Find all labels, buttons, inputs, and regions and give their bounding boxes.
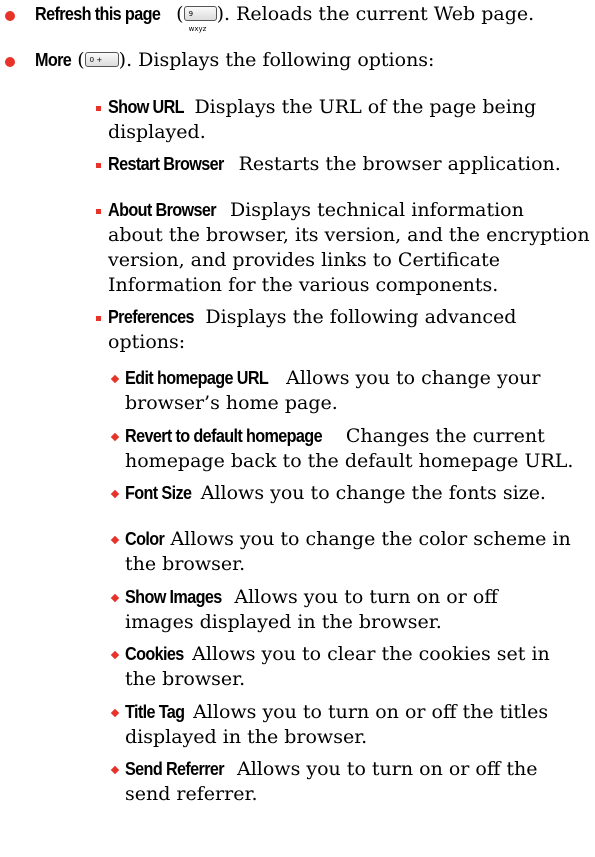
bullet-square-icon — [96, 106, 101, 111]
text: the browser. — [125, 668, 246, 690]
text: Allows you to change the color scheme in — [164, 528, 571, 550]
term-show-url: Show URL — [108, 97, 185, 117]
text: Allows you to clear the cookies set in — [186, 643, 550, 665]
bullet-square-icon — [96, 209, 101, 214]
list-item-show-url: Show URL Displays the URL of the page be… — [108, 95, 536, 145]
bullet-square-icon — [96, 316, 101, 321]
list-item-show-images: Show Images Allows you to turn on or off… — [125, 585, 498, 635]
term-show-images: Show Images — [125, 587, 222, 607]
bullet-diamond-icon — [110, 650, 120, 660]
term-edit-homepage: Edit homepage URL — [125, 368, 269, 388]
text: displayed. — [108, 121, 206, 143]
text: options: — [108, 331, 186, 353]
bullet-diamond-icon — [110, 708, 120, 718]
text: displayed in the browser. — [125, 726, 368, 748]
text: Allows you to change the fonts size. — [194, 482, 546, 504]
manual-page: Refresh this page (9 wxyz). Reloads the … — [0, 0, 595, 857]
term-send-referrer: Send Referrer — [125, 759, 225, 779]
list-item-more: More (0 +). Displays the following optio… — [35, 48, 434, 73]
term-about-browser: About Browser — [108, 200, 217, 220]
list-item-restart-browser: Restart Browser Restarts the browser app… — [108, 152, 561, 177]
text: images displayed in the browser. — [125, 611, 442, 633]
text: Displays the following advanced — [199, 306, 517, 328]
bullet-diamond-icon — [110, 489, 120, 499]
text: browser’s home page. — [125, 392, 338, 414]
list-item-revert-homepage: Revert to default homepage Changes the c… — [125, 424, 573, 474]
term-more: More — [35, 50, 72, 70]
text: Allows you to change your — [280, 367, 541, 389]
text: send referrer. — [125, 783, 258, 805]
bullet-diamond-icon — [110, 374, 120, 384]
term-color: Color — [125, 529, 165, 549]
text: the browser. — [125, 553, 246, 575]
text: Allows you to turn on or off the titles — [187, 701, 549, 723]
list-item-about-browser: About Browser Displays technical informa… — [108, 198, 590, 298]
term-restart-browser: Restart Browser — [108, 154, 224, 174]
bullet-diamond-icon — [110, 432, 120, 442]
list-item-preferences: Preferences Displays the following advan… — [108, 305, 516, 355]
list-item-title-tag: Title Tag Allows you to turn on or off t… — [125, 700, 548, 750]
text: ). Reloads the current Web page. — [216, 3, 535, 25]
text: homepage back to the default homepage UR… — [125, 450, 574, 472]
text: about the browser, its version, and the … — [108, 224, 590, 246]
text: ( — [170, 3, 184, 25]
text: version, and provides links to Certifica… — [108, 249, 501, 271]
list-item-edit-homepage: Edit homepage URL Allows you to change y… — [125, 366, 540, 416]
term-cookies: Cookies — [125, 644, 184, 664]
list-item-refresh: Refresh this page (9 wxyz). Reloads the … — [35, 2, 535, 33]
text: Allows you to turn on or off — [228, 586, 498, 608]
key-0-icon: 0 + — [84, 51, 119, 67]
term-font-size: Font Size — [125, 483, 192, 503]
key-9-icon: 9 wxyz — [183, 5, 217, 33]
text: Displays technical information — [223, 199, 524, 221]
text: ( — [71, 49, 85, 71]
list-item-cookies: Cookies Allows you to clear the cookies … — [125, 642, 550, 692]
list-item-send-referrer: Send Referrer Allows you to turn on or o… — [125, 757, 538, 807]
text: Restarts the browser application. — [232, 153, 561, 175]
term-revert-homepage: Revert to default homepage — [125, 426, 323, 446]
term-refresh: Refresh this page — [35, 4, 161, 24]
term-title-tag: Title Tag — [125, 702, 185, 722]
bullet-dot-icon — [5, 11, 15, 21]
term-preferences: Preferences — [108, 307, 194, 327]
text: Changes the current — [339, 425, 545, 447]
bullet-dot-icon — [5, 57, 15, 67]
list-item-font-size: Font Size Allows you to change the fonts… — [125, 481, 546, 506]
bullet-diamond-icon — [110, 593, 120, 603]
bullet-square-icon — [96, 163, 101, 168]
text: Allows you to turn on or off the — [230, 758, 538, 780]
list-item-color: Color Allows you to change the color sch… — [125, 527, 571, 577]
text: Displays the URL of the page being — [188, 96, 537, 118]
bullet-diamond-icon — [110, 765, 120, 775]
text: ). Displays the following options: — [118, 49, 435, 71]
text: Information for the various components. — [108, 274, 499, 296]
bullet-diamond-icon — [110, 535, 120, 545]
